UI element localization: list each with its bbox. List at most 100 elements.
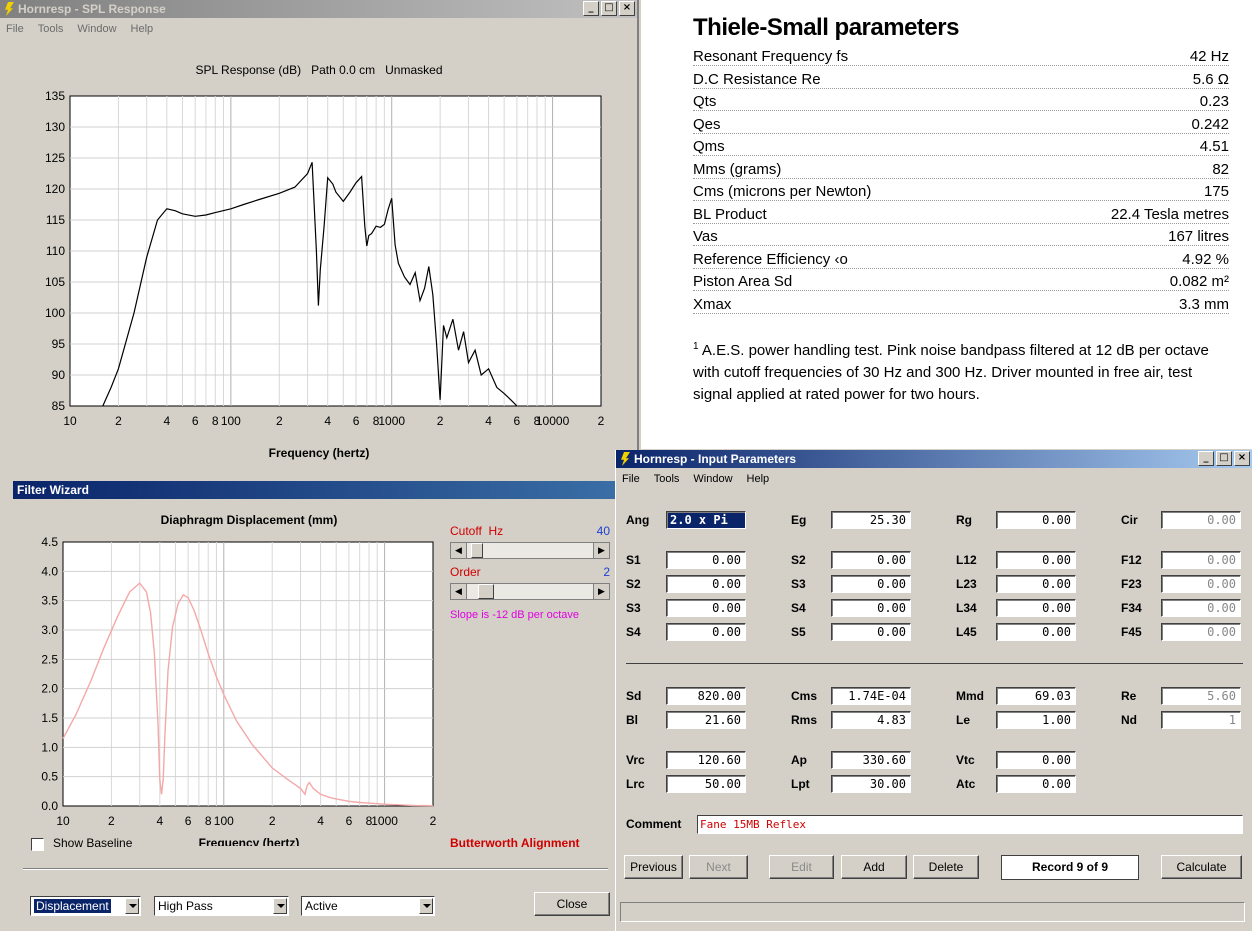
param-field-ap[interactable]: 330.60 bbox=[831, 751, 911, 769]
menu-tools[interactable]: Tools bbox=[654, 473, 680, 485]
x-tick-label: 10000 bbox=[536, 414, 570, 428]
param-label-sd: Sd bbox=[626, 689, 642, 703]
minimize-icon[interactable]: _ bbox=[583, 1, 599, 16]
param-field-lpt[interactable]: 30.00 bbox=[831, 775, 911, 793]
filter-mode-dropdown[interactable]: Active bbox=[301, 896, 435, 916]
param-label-lpt: Lpt bbox=[791, 777, 810, 791]
param-field-vtc[interactable]: 0.00 bbox=[996, 751, 1076, 769]
cutoff-slider[interactable]: ◀ ▶ bbox=[450, 542, 610, 559]
param-field-s1[interactable]: 0.00 bbox=[666, 551, 746, 569]
param-field-f12[interactable]: 0.00 bbox=[1161, 551, 1241, 569]
spl-titlebar[interactable]: Hornresp - SPL Response _ □ × bbox=[0, 0, 637, 18]
menu-help[interactable]: Help bbox=[747, 473, 770, 485]
close-icon[interactable]: × bbox=[619, 1, 635, 16]
param-field-re[interactable]: 5.60 bbox=[1161, 687, 1241, 705]
param-field-rms[interactable]: 4.83 bbox=[831, 711, 911, 729]
footnote-mark: 1 bbox=[693, 341, 699, 352]
menu-window[interactable]: Window bbox=[77, 23, 116, 35]
param-field-sd[interactable]: 820.00 bbox=[666, 687, 746, 705]
param-field-s5[interactable]: 0.00 bbox=[831, 623, 911, 641]
menu-tools[interactable]: Tools bbox=[38, 23, 64, 35]
filter-type-value: High Pass bbox=[158, 899, 213, 913]
spl-menubar: File Tools Window Help bbox=[0, 20, 637, 38]
x-tick-label: 2 bbox=[437, 414, 444, 428]
maximize-icon[interactable]: □ bbox=[1216, 451, 1232, 466]
alignment-label: Butterworth Alignment bbox=[450, 836, 580, 850]
menu-help[interactable]: Help bbox=[131, 23, 154, 35]
param-field-s2[interactable]: 0.00 bbox=[666, 575, 746, 593]
cutoff-slider-thumb[interactable] bbox=[470, 543, 483, 558]
close-button[interactable]: Close bbox=[534, 892, 610, 916]
previous-button[interactable]: Previous bbox=[624, 855, 683, 879]
param-field-s2[interactable]: 0.00 bbox=[831, 551, 911, 569]
param-field-l23[interactable]: 0.00 bbox=[996, 575, 1076, 593]
param-field-s4[interactable]: 0.00 bbox=[666, 623, 746, 641]
x-tick-label: 2 bbox=[108, 814, 115, 828]
param-field-cir[interactable]: 0.00 bbox=[1161, 511, 1241, 529]
y-tick-label: 4.0 bbox=[41, 564, 58, 578]
chevron-down-icon[interactable] bbox=[125, 898, 139, 914]
input-titlebar[interactable]: Hornresp - Input Parameters _ □ × bbox=[616, 450, 1252, 468]
param-field-ang[interactable]: 2.0 x Pi bbox=[666, 511, 746, 529]
y-tick-label: 100 bbox=[45, 306, 65, 320]
show-baseline-checkbox[interactable] bbox=[31, 838, 44, 851]
param-field-f34[interactable]: 0.00 bbox=[1161, 599, 1241, 617]
scroll-left-arrow-icon[interactable]: ◀ bbox=[451, 584, 467, 599]
param-field-l12[interactable]: 0.00 bbox=[996, 551, 1076, 569]
param-label-s4: S4 bbox=[626, 625, 641, 639]
maximize-icon[interactable]: □ bbox=[601, 1, 617, 16]
filter-titlebar[interactable]: Filter Wizard bbox=[13, 481, 615, 499]
chevron-down-icon[interactable] bbox=[419, 898, 433, 914]
filter-type-dropdown[interactable]: High Pass bbox=[154, 896, 289, 916]
menu-file[interactable]: File bbox=[622, 473, 640, 485]
param-field-rg[interactable]: 0.00 bbox=[996, 511, 1076, 529]
comment-field[interactable]: Fane 15MB Reflex bbox=[697, 815, 1243, 834]
delete-button[interactable]: Delete bbox=[913, 855, 979, 879]
param-field-s4[interactable]: 0.00 bbox=[831, 599, 911, 617]
param-label-cms: Cms bbox=[791, 689, 818, 703]
ts-footnote: 1 A.E.S. power handling test. Pink noise… bbox=[693, 336, 1233, 406]
edit-button[interactable]: Edit bbox=[769, 855, 834, 879]
param-separator bbox=[626, 663, 1243, 664]
param-field-f45[interactable]: 0.00 bbox=[1161, 623, 1241, 641]
order-slider[interactable]: ◀ ▶ bbox=[450, 583, 610, 600]
ts-value: 0.082 m² bbox=[1169, 273, 1229, 290]
y-tick-label: 3.0 bbox=[41, 623, 58, 637]
param-field-nd[interactable]: 1 bbox=[1161, 711, 1241, 729]
param-field-le[interactable]: 1.00 bbox=[996, 711, 1076, 729]
ts-row: Mms (grams) 82 bbox=[693, 156, 1229, 179]
param-field-s3[interactable]: 0.00 bbox=[831, 575, 911, 593]
y-tick-label: 2.5 bbox=[41, 652, 58, 666]
scroll-right-arrow-icon[interactable]: ▶ bbox=[593, 584, 609, 599]
param-field-f23[interactable]: 0.00 bbox=[1161, 575, 1241, 593]
param-field-atc[interactable]: 0.00 bbox=[996, 775, 1076, 793]
order-slider-thumb[interactable] bbox=[477, 584, 494, 599]
calculate-button[interactable]: Calculate bbox=[1161, 855, 1242, 879]
param-field-s3[interactable]: 0.00 bbox=[666, 599, 746, 617]
x-tick-label: 2 bbox=[598, 414, 605, 428]
param-field-lrc[interactable]: 50.00 bbox=[666, 775, 746, 793]
param-field-l45[interactable]: 0.00 bbox=[996, 623, 1076, 641]
chevron-down-icon[interactable] bbox=[273, 898, 287, 914]
filter-window-title: Filter Wizard bbox=[17, 483, 89, 497]
param-field-cms[interactable]: 1.74E-04 bbox=[831, 687, 911, 705]
menu-window[interactable]: Window bbox=[693, 473, 732, 485]
param-field-mmd[interactable]: 69.03 bbox=[996, 687, 1076, 705]
y-tick-label: 135 bbox=[45, 89, 65, 103]
order-value: 2 bbox=[603, 565, 610, 579]
param-field-bl[interactable]: 21.60 bbox=[666, 711, 746, 729]
param-field-eg[interactable]: 25.30 bbox=[831, 511, 911, 529]
param-field-vrc[interactable]: 120.60 bbox=[666, 751, 746, 769]
menu-file[interactable]: File bbox=[6, 23, 24, 35]
show-baseline-label[interactable]: Show Baseline bbox=[53, 836, 132, 850]
plot-type-dropdown[interactable]: Displacement bbox=[30, 896, 141, 916]
scroll-left-arrow-icon[interactable]: ◀ bbox=[451, 543, 467, 558]
next-button[interactable]: Next bbox=[689, 855, 748, 879]
minimize-icon[interactable]: _ bbox=[1198, 451, 1214, 466]
scroll-right-arrow-icon[interactable]: ▶ bbox=[593, 543, 609, 558]
param-label-s2: S2 bbox=[626, 577, 641, 591]
y-tick-label: 90 bbox=[52, 368, 66, 382]
close-icon[interactable]: × bbox=[1234, 451, 1250, 466]
param-field-l34[interactable]: 0.00 bbox=[996, 599, 1076, 617]
add-button[interactable]: Add bbox=[841, 855, 907, 879]
